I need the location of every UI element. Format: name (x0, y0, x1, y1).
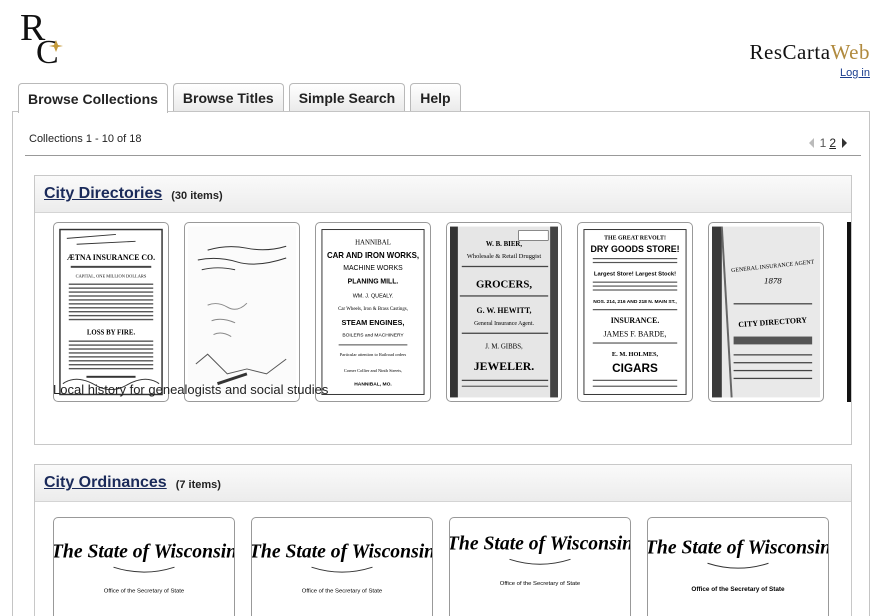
tab-browse-collections[interactable]: Browse Collections (18, 83, 168, 113)
collection-description: Local history for genealogists and socia… (53, 382, 329, 397)
svg-text:JAMES F. BARDE,: JAMES F. BARDE, (603, 330, 666, 339)
collection-thumbnail[interactable]: THE GREAT REVOLT! DRY GOODS STORE! Large… (577, 222, 693, 402)
svg-text:WM. J. QUEALY.: WM. J. QUEALY. (353, 293, 394, 299)
svg-text:HANNIBAL, MO.: HANNIBAL, MO. (354, 382, 392, 388)
collection-thumbnail[interactable]: The State of Wisconsin Office of the Sec… (449, 517, 631, 616)
collection-thumbnail[interactable]: The State of Wisconsin Office of the Sec… (251, 517, 433, 616)
collection-thumbnail[interactable]: ÆTNA INSURANCE CO. CAPITAL, ONE MILLION … (53, 222, 169, 402)
collection-thumbnail[interactable]: GENERAL INSURANCE AGENT 1878 CITY DIRECT… (708, 222, 824, 402)
svg-text:NOS. 214, 216 AND 218 N. MAIN: NOS. 214, 216 AND 218 N. MAIN ST., (593, 299, 677, 305)
thumbnail-strip: The State of Wisconsin Office of the Sec… (35, 502, 851, 616)
svg-text:The State of Wisconsin: The State of Wisconsin (54, 540, 234, 562)
divider (25, 155, 861, 156)
svg-text:ÆTNA INSURANCE CO.: ÆTNA INSURANCE CO. (67, 253, 155, 262)
collection-title-link[interactable]: City Directories (44, 185, 162, 203)
pager-current: 1 (819, 136, 827, 150)
svg-text:The State of Wisconsin: The State of Wisconsin (450, 532, 630, 554)
collection-thumbnail[interactable] (184, 222, 300, 402)
svg-text:Wholesale & Retail Druggist: Wholesale & Retail Druggist (467, 253, 541, 260)
next-page-icon[interactable] (842, 138, 847, 148)
collection-item-count: (7 items) (175, 478, 221, 491)
svg-text:Office of the Secretary of Sta: Office of the Secretary of State (500, 581, 581, 587)
rescarta-logo[interactable]: R C (18, 6, 66, 66)
svg-text:JEWELER.: JEWELER. (474, 360, 535, 373)
svg-text:LOSS BY FIRE.: LOSS BY FIRE. (87, 330, 136, 337)
collection-city-directories: City Directories (30 items) ÆTNA INSURAN… (34, 175, 852, 445)
tab-help[interactable]: Help (410, 83, 461, 111)
svg-text:BOILERS and MACHINERY: BOILERS and MACHINERY (342, 333, 404, 339)
svg-text:CAR AND IRON WORKS,: CAR AND IRON WORKS, (327, 251, 419, 260)
svg-text:1878: 1878 (764, 276, 782, 286)
svg-text:GROCERS,: GROCERS, (476, 278, 532, 290)
svg-text:Office of the Secretary of Sta: Office of the Secretary of State (302, 589, 383, 595)
svg-text:Office of the Secretary of Sta: Office of the Secretary of State (691, 586, 785, 593)
thumbnail-strip-edge (847, 222, 851, 402)
svg-text:HANNIBAL: HANNIBAL (355, 239, 391, 246)
login-link[interactable]: Log in (840, 67, 870, 79)
svg-text:G. W. HEWITT,: G. W. HEWITT, (477, 306, 532, 315)
svg-text:PLANING MILL.: PLANING MILL. (348, 279, 399, 286)
svg-text:W. B. BIER,: W. B. BIER, (486, 241, 522, 248)
collection-item-count: (30 items) (171, 189, 223, 202)
svg-text:Particular attention to Railro: Particular attention to Railroad orders (340, 352, 407, 357)
svg-text:General Insurance Agent.: General Insurance Agent. (474, 321, 534, 327)
tab-browse-titles[interactable]: Browse Titles (172, 83, 284, 111)
svg-text:J. M. GIBBS,: J. M. GIBBS, (485, 343, 523, 350)
svg-text:CIGARS: CIGARS (612, 362, 658, 375)
collection-header: City Directories (30 items) (35, 176, 851, 213)
brand-wordmark: ResCartaWeb (749, 40, 870, 64)
svg-text:Corner Collier and Ninth Stree: Corner Collier and Ninth Streets, (344, 368, 402, 374)
svg-text:Car Wheels, Iron & Brass Casti: Car Wheels, Iron & Brass Castings, (338, 307, 408, 312)
svg-text:DRY GOODS STORE!: DRY GOODS STORE! (590, 244, 679, 254)
collection-thumbnail[interactable]: W. B. BIER, Wholesale & Retail Druggist … (446, 222, 562, 402)
collection-header: City Ordinances (7 items) (35, 465, 851, 502)
collection-thumbnail[interactable]: HANNIBAL CAR AND IRON WORKS, MACHINE WOR… (315, 222, 431, 402)
svg-text:The State of Wisconsin: The State of Wisconsin (648, 536, 828, 558)
pager: 1 2 (808, 136, 847, 150)
svg-text:STEAM ENGINES,: STEAM ENGINES, (342, 318, 405, 327)
results-count: Collections 1 - 10 of 18 (29, 133, 142, 145)
svg-text:E. M. HOLMES,: E. M. HOLMES, (612, 351, 659, 358)
collection-city-ordinances: City Ordinances (7 items) The State of W… (34, 464, 852, 616)
collections-panel: Collections 1 - 10 of 18 1 2 City Direct… (12, 111, 870, 616)
collection-thumbnail[interactable]: The State of Wisconsin Office of the Sec… (53, 517, 235, 616)
collection-title-link[interactable]: City Ordinances (44, 474, 167, 492)
svg-text:Largest Store! Largest Stock!: Largest Store! Largest Stock! (594, 272, 676, 278)
svg-text:MACHINE WORKS: MACHINE WORKS (343, 265, 403, 272)
pager-page-2[interactable]: 2 (829, 136, 836, 150)
main-tabs: Browse Collections Browse Titles Simple … (18, 83, 461, 113)
svg-text:CAPITAL, ONE MILLION DOLLARS: CAPITAL, ONE MILLION DOLLARS (76, 274, 147, 280)
svg-text:INSURANCE.: INSURANCE. (611, 316, 660, 325)
svg-text:THE GREAT REVOLT!: THE GREAT REVOLT! (604, 235, 666, 241)
tab-simple-search[interactable]: Simple Search (288, 83, 406, 111)
prev-page-icon[interactable] (808, 138, 814, 148)
svg-text:The State of Wisconsin: The State of Wisconsin (252, 540, 432, 562)
svg-text:Office of the Secretary of Sta: Office of the Secretary of State (104, 589, 185, 595)
collection-thumbnail[interactable]: The State of Wisconsin Office of the Sec… (647, 517, 829, 616)
